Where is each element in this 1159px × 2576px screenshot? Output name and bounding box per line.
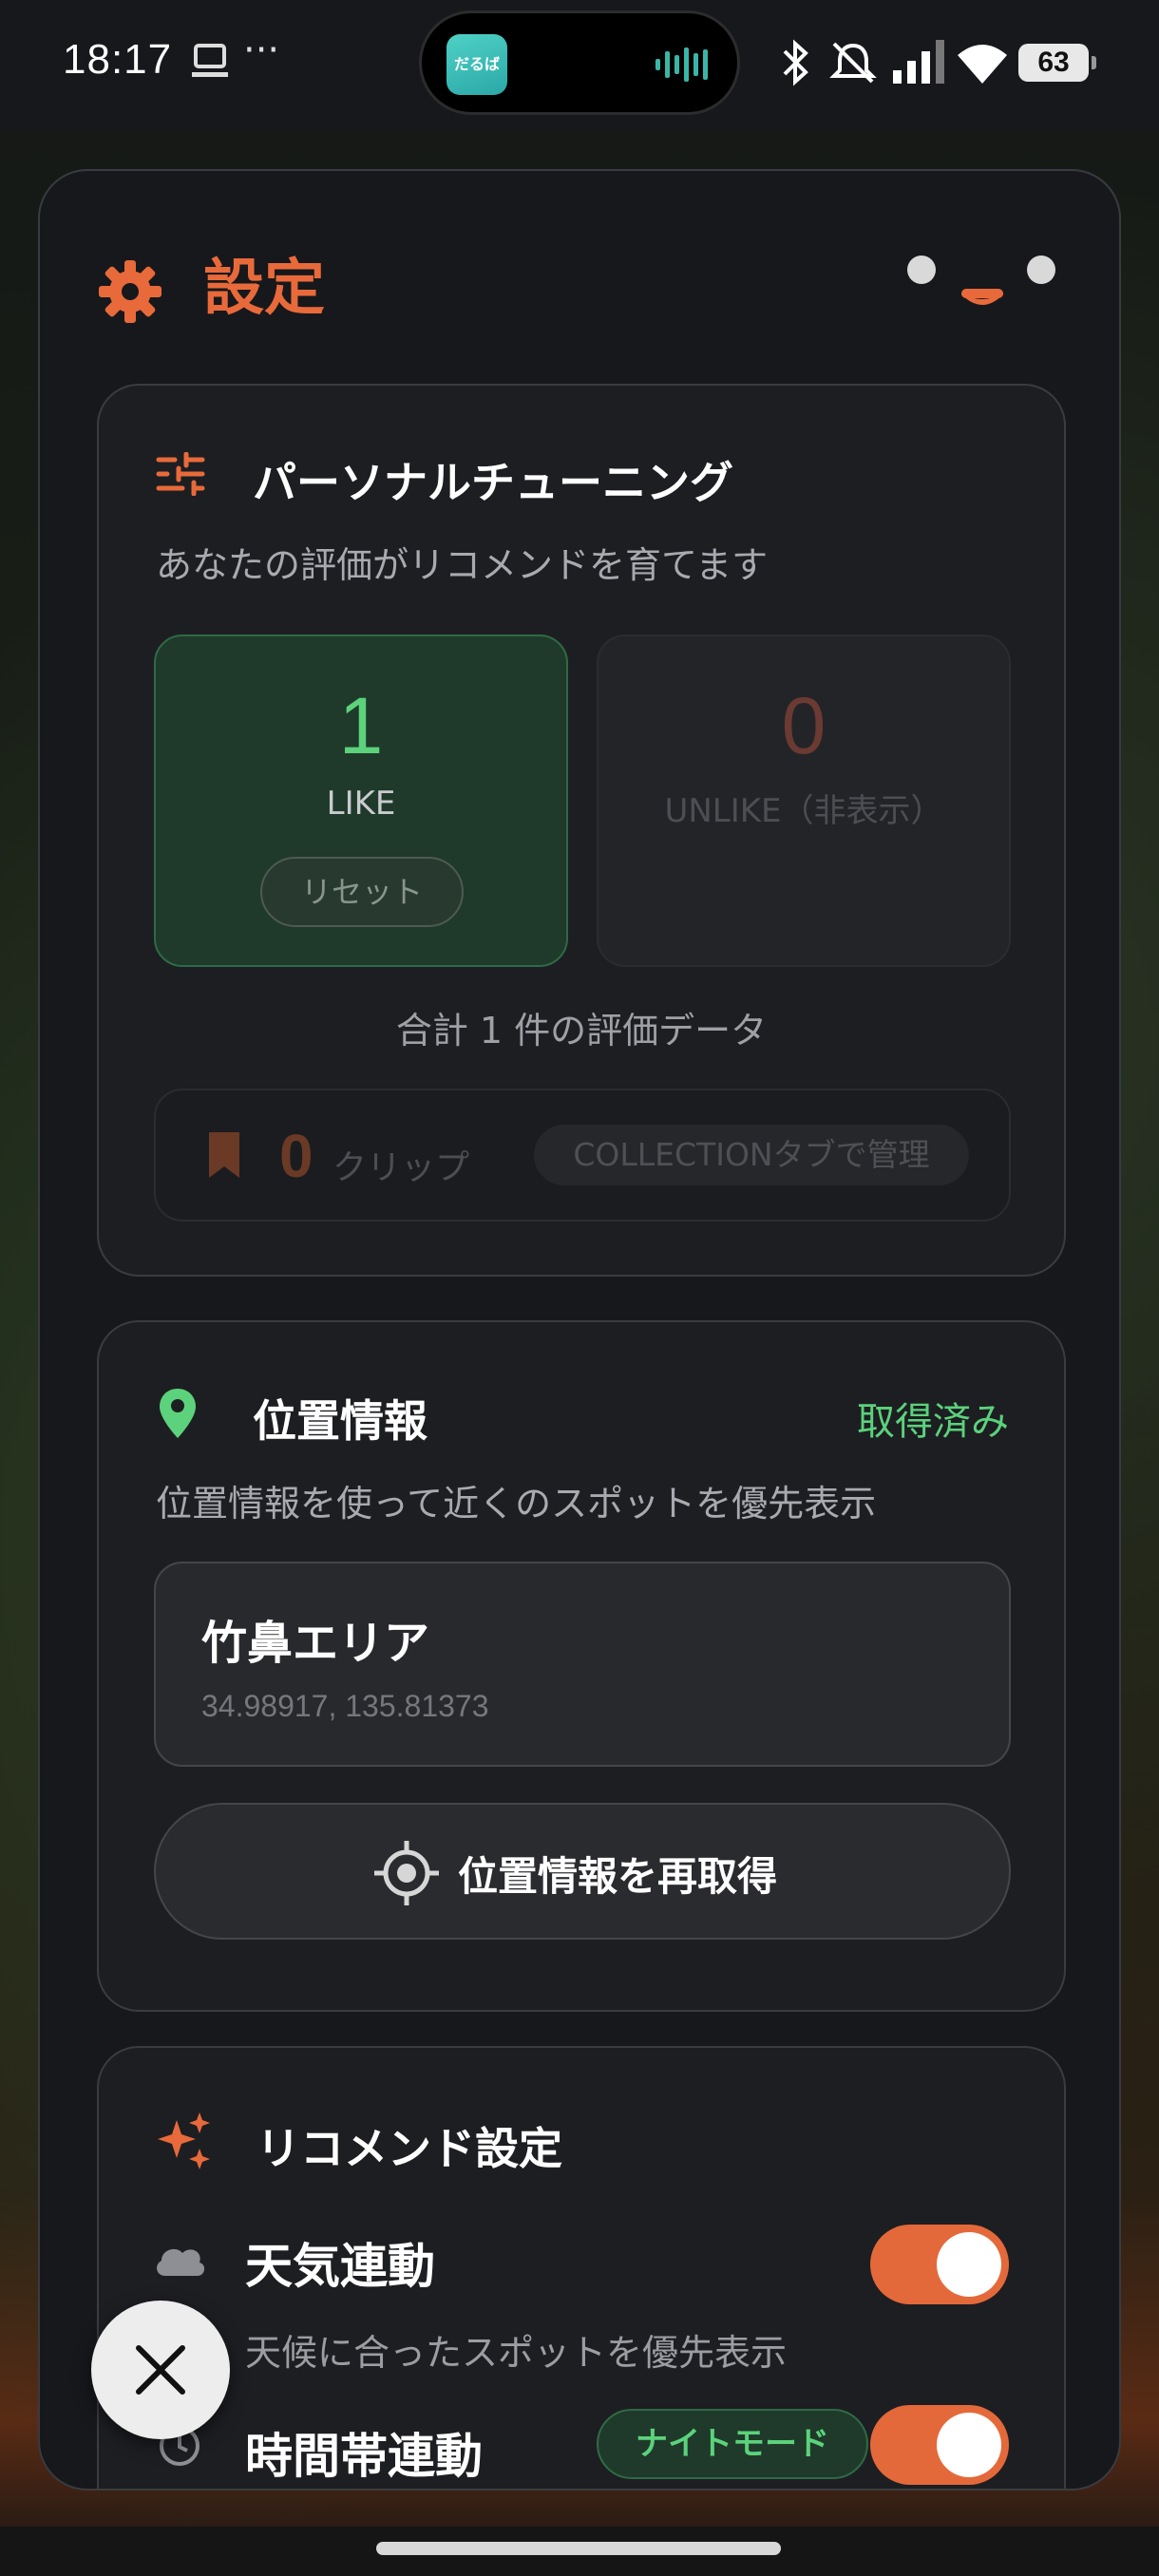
tuning-title: パーソナルチューニング <box>253 457 733 508</box>
close-icon <box>136 2345 185 2395</box>
dynamic-island[interactable]: だるば <box>419 10 740 115</box>
clip-label: クリップ <box>332 1148 470 1187</box>
tune-sliders-icon <box>156 452 205 496</box>
sparkles-icon <box>158 2112 210 2169</box>
like-count: 1 <box>338 681 384 770</box>
mascot-face-icon <box>907 256 1055 305</box>
weather-link-title: 天気連動 <box>245 2239 435 2294</box>
weather-link-toggle[interactable] <box>870 2225 1009 2304</box>
cloud-icon <box>157 2248 205 2276</box>
reset-button[interactable]: リセット <box>260 857 464 927</box>
area-coordinates: 34.98917, 135.81373 <box>201 1689 489 1723</box>
like-label: LIKE <box>326 785 396 823</box>
audio-wave-icon <box>656 47 708 82</box>
close-button[interactable] <box>91 2301 230 2439</box>
location-card: 位置情報 取得済み 位置情報を使って近くのスポットを優先表示 竹鼻エリア 34.… <box>97 1320 1066 2012</box>
bluetooth-icon <box>783 39 808 86</box>
weather-link-subtitle: 天候に合ったスポットを優先表示 <box>245 2332 788 2374</box>
status-bar: 18:17 ··· だるば 63 <box>0 0 1159 129</box>
crosshair-icon <box>374 1841 439 1905</box>
tuning-subtitle: あなたの評価がリコメンドを育てます <box>156 544 769 586</box>
usb-debug-icon <box>192 44 228 77</box>
location-pin-icon <box>160 1389 196 1438</box>
home-indicator[interactable] <box>376 2542 781 2555</box>
refetch-location-button[interactable]: 位置情報を再取得 <box>154 1803 1011 1940</box>
clip-count: 0 <box>279 1122 314 1190</box>
collection-tab-hint[interactable]: COLLECTIONタブで管理 <box>534 1125 969 1185</box>
time-link-title: 時間帯連動 <box>245 2429 483 2484</box>
current-area: 竹鼻エリア 34.98917, 135.81373 <box>154 1562 1011 1767</box>
signal-icon <box>893 40 944 84</box>
refetch-location-label: 位置情報を再取得 <box>458 1853 778 1900</box>
recommend-settings-card: リコメンド設定 天気連動 天候に合ったスポットを優先表示 時間帯連動 ナイトモー… <box>97 2046 1066 2489</box>
night-mode-badge: ナイトモード <box>597 2409 868 2479</box>
personal-tuning-card: パーソナルチューニング あなたの評価がリコメンドを育てます 1 LIKE リセッ… <box>97 384 1066 1277</box>
bookmark-icon <box>209 1132 239 1178</box>
location-status-badge: 取得済み <box>857 1400 1009 1444</box>
unlike-count: 0 <box>781 681 826 770</box>
time-link-toggle[interactable] <box>870 2405 1009 2485</box>
clock: 18:17 <box>63 36 173 83</box>
more-notifications: ··· <box>243 28 280 72</box>
total-ratings: 合計 1 件の評価データ <box>395 1010 768 1051</box>
recommend-title: リコメンド設定 <box>256 2123 562 2174</box>
unlike-stat-card: 0 UNLIKE（非表示） <box>597 635 1011 967</box>
settings-panel: 設定 パーソナルチューニング あなたの評価がリコメンドを育てます 1 LIKE … <box>38 169 1121 2491</box>
silent-icon <box>829 42 877 84</box>
clip-summary: 0 クリップ COLLECTIONタブで管理 <box>154 1089 1011 1222</box>
like-stat-card: 1 LIKE リセット <box>154 635 568 967</box>
battery-indicator: 63 <box>1018 44 1096 82</box>
location-subtitle: 位置情報を使って近くのスポットを優先表示 <box>156 1483 877 1525</box>
page-title: 設定 <box>203 254 325 324</box>
location-title: 位置情報 <box>253 1395 428 1447</box>
unlike-label: UNLIKE（非表示） <box>664 792 943 830</box>
wifi-icon <box>958 45 1007 84</box>
area-name: 竹鼻エリア <box>201 1617 430 1670</box>
gear-icon <box>99 260 162 323</box>
app-icon: だるば <box>446 34 507 95</box>
